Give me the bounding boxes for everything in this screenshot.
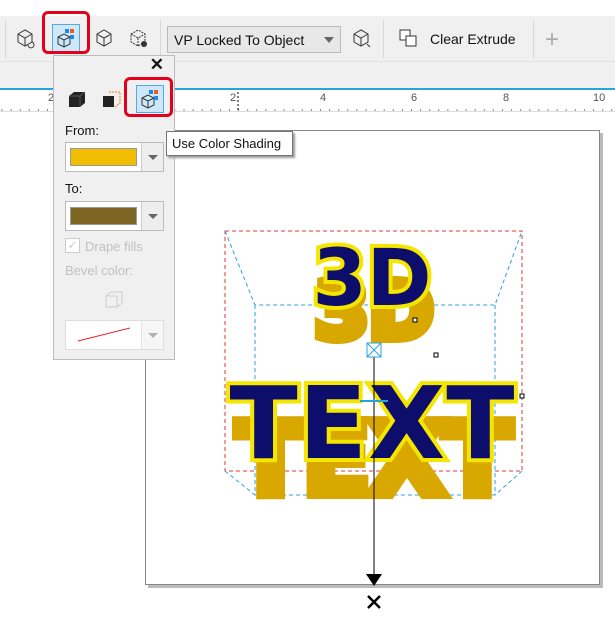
chevron-down-icon[interactable] <box>141 143 163 171</box>
use-object-fill-icon <box>69 91 86 107</box>
handle[interactable] <box>519 393 525 399</box>
handle[interactable] <box>412 317 418 323</box>
to-color-picker[interactable] <box>65 201 164 231</box>
drape-fills-checkbox[interactable]: ✓ <box>65 238 80 253</box>
color-popup: ✕ From: To: ✓ Drape fills Bevel color: <box>53 55 175 360</box>
from-color-picker[interactable] <box>65 142 164 172</box>
text-line-1: 3D <box>312 234 431 324</box>
use-solid-color-button[interactable] <box>100 88 124 110</box>
from-label: From: <box>65 123 99 138</box>
bevel-color-swatch <box>77 327 131 342</box>
bevel-color-picker <box>65 320 164 350</box>
bevel-color-label: Bevel color: <box>65 263 133 278</box>
to-color-swatch <box>70 207 137 225</box>
chevron-down-icon[interactable] <box>141 202 163 230</box>
highlight-frame <box>124 77 173 117</box>
bevel-icon <box>105 291 123 308</box>
chevron-down-icon <box>141 321 163 349</box>
tooltip: Use Color Shading <box>166 131 293 156</box>
use-solid-color-icon <box>103 91 121 108</box>
text-line-2: TEXT <box>230 365 515 482</box>
close-icon[interactable]: ✕ <box>150 55 164 75</box>
vanishing-point-marker[interactable] <box>367 595 381 609</box>
vanishing-point-arrow[interactable] <box>366 574 382 586</box>
to-label: To: <box>65 181 83 196</box>
3d-text: 3D TEXT 3D TEXT <box>226 230 519 523</box>
from-color-swatch <box>70 148 137 166</box>
handle[interactable] <box>433 352 439 358</box>
drape-fills-label: Drape fills <box>85 239 143 254</box>
use-object-fill-button[interactable] <box>66 88 88 110</box>
